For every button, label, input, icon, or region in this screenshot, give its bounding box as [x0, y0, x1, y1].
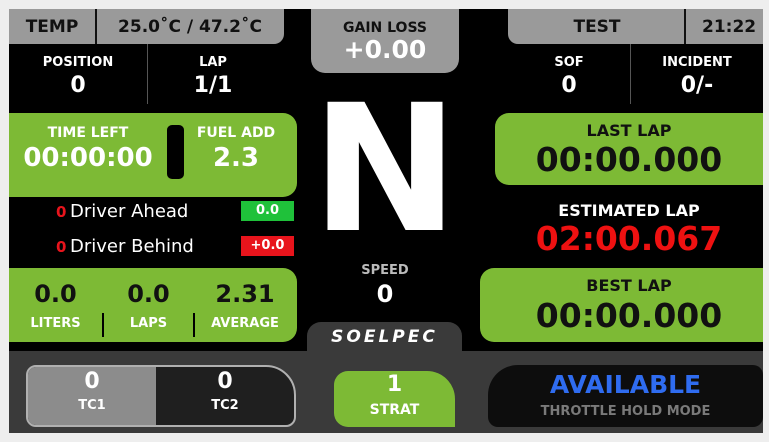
driver-behind-position: 0 — [56, 238, 67, 256]
strategy-label: STRAT — [369, 402, 420, 418]
incident-value: 0/- — [680, 73, 714, 98]
time-left-value: 00:00:00 — [23, 143, 153, 173]
strategy-value: 1 — [386, 372, 403, 397]
speed-label: SPEED — [361, 263, 409, 278]
incident-label: INCIDENT — [662, 55, 732, 70]
tc1-label: TC1 — [78, 398, 106, 413]
brand-logo: SOELPEC — [331, 327, 438, 347]
lap-value: 1/1 — [193, 73, 233, 98]
fuel-level-bar — [167, 125, 184, 179]
dashboard: TEMP 25.0˚C / 47.2˚C GAIN LOSS +0.00 TES… — [0, 0, 769, 442]
driver-behind-label: Driver Behind — [70, 236, 194, 257]
best-lap-label: BEST LAP — [586, 276, 672, 295]
temperature-label: TEMP — [25, 17, 79, 37]
session-type: TEST — [573, 17, 621, 37]
tc2-label: TC2 — [211, 398, 239, 413]
throttle-hold-label: THROTTLE HOLD MODE — [540, 404, 711, 419]
sof-label: SOF — [554, 55, 584, 70]
session-divider — [684, 9, 686, 44]
best-lap-value: 00:00.000 — [535, 296, 723, 335]
liters-label: LITERS — [30, 316, 81, 331]
gear-indicator: N — [311, 67, 459, 272]
driver-ahead-gap: 0.0 — [241, 201, 294, 221]
driver-ahead-position: 0 — [56, 203, 67, 221]
last-lap-value: 00:00.000 — [535, 140, 723, 179]
speed-value: 0 — [376, 280, 394, 308]
laps-value: 0.0 — [127, 280, 170, 308]
gain-loss-label: GAIN LOSS — [343, 20, 427, 36]
fuel-add-label: FUEL ADD — [196, 125, 276, 141]
average-value: 2.31 — [215, 280, 275, 308]
tc1-value: 0 — [84, 369, 100, 394]
position-label: POSITION — [42, 55, 114, 70]
time-left-label: TIME LEFT — [47, 125, 129, 141]
lap-label: LAP — [199, 55, 227, 70]
liters-value: 0.0 — [34, 280, 77, 308]
average-label: AVERAGE — [211, 316, 279, 331]
temperature-value: 25.0˚C / 47.2˚C — [118, 17, 262, 37]
gain-loss-value: +0.00 — [343, 35, 427, 64]
driver-behind-gap: +0.0 — [241, 236, 294, 256]
last-lap-label: LAST LAP — [586, 121, 672, 140]
driver-ahead-label: Driver Ahead — [70, 201, 189, 222]
fuel-add-value: 2.3 — [212, 143, 260, 173]
estimated-lap-label: ESTIMATED LAP — [558, 201, 700, 220]
clock: 21:22 — [702, 17, 757, 37]
temperature-divider — [95, 9, 97, 44]
sof-value: 0 — [561, 73, 577, 98]
throttle-hold-status: AVAILABLE — [549, 370, 702, 399]
estimated-lap-value: 02:00.067 — [535, 219, 723, 258]
laps-label: LAPS — [129, 316, 168, 331]
position-value: 0 — [70, 73, 86, 98]
tc2-value: 0 — [217, 369, 233, 394]
